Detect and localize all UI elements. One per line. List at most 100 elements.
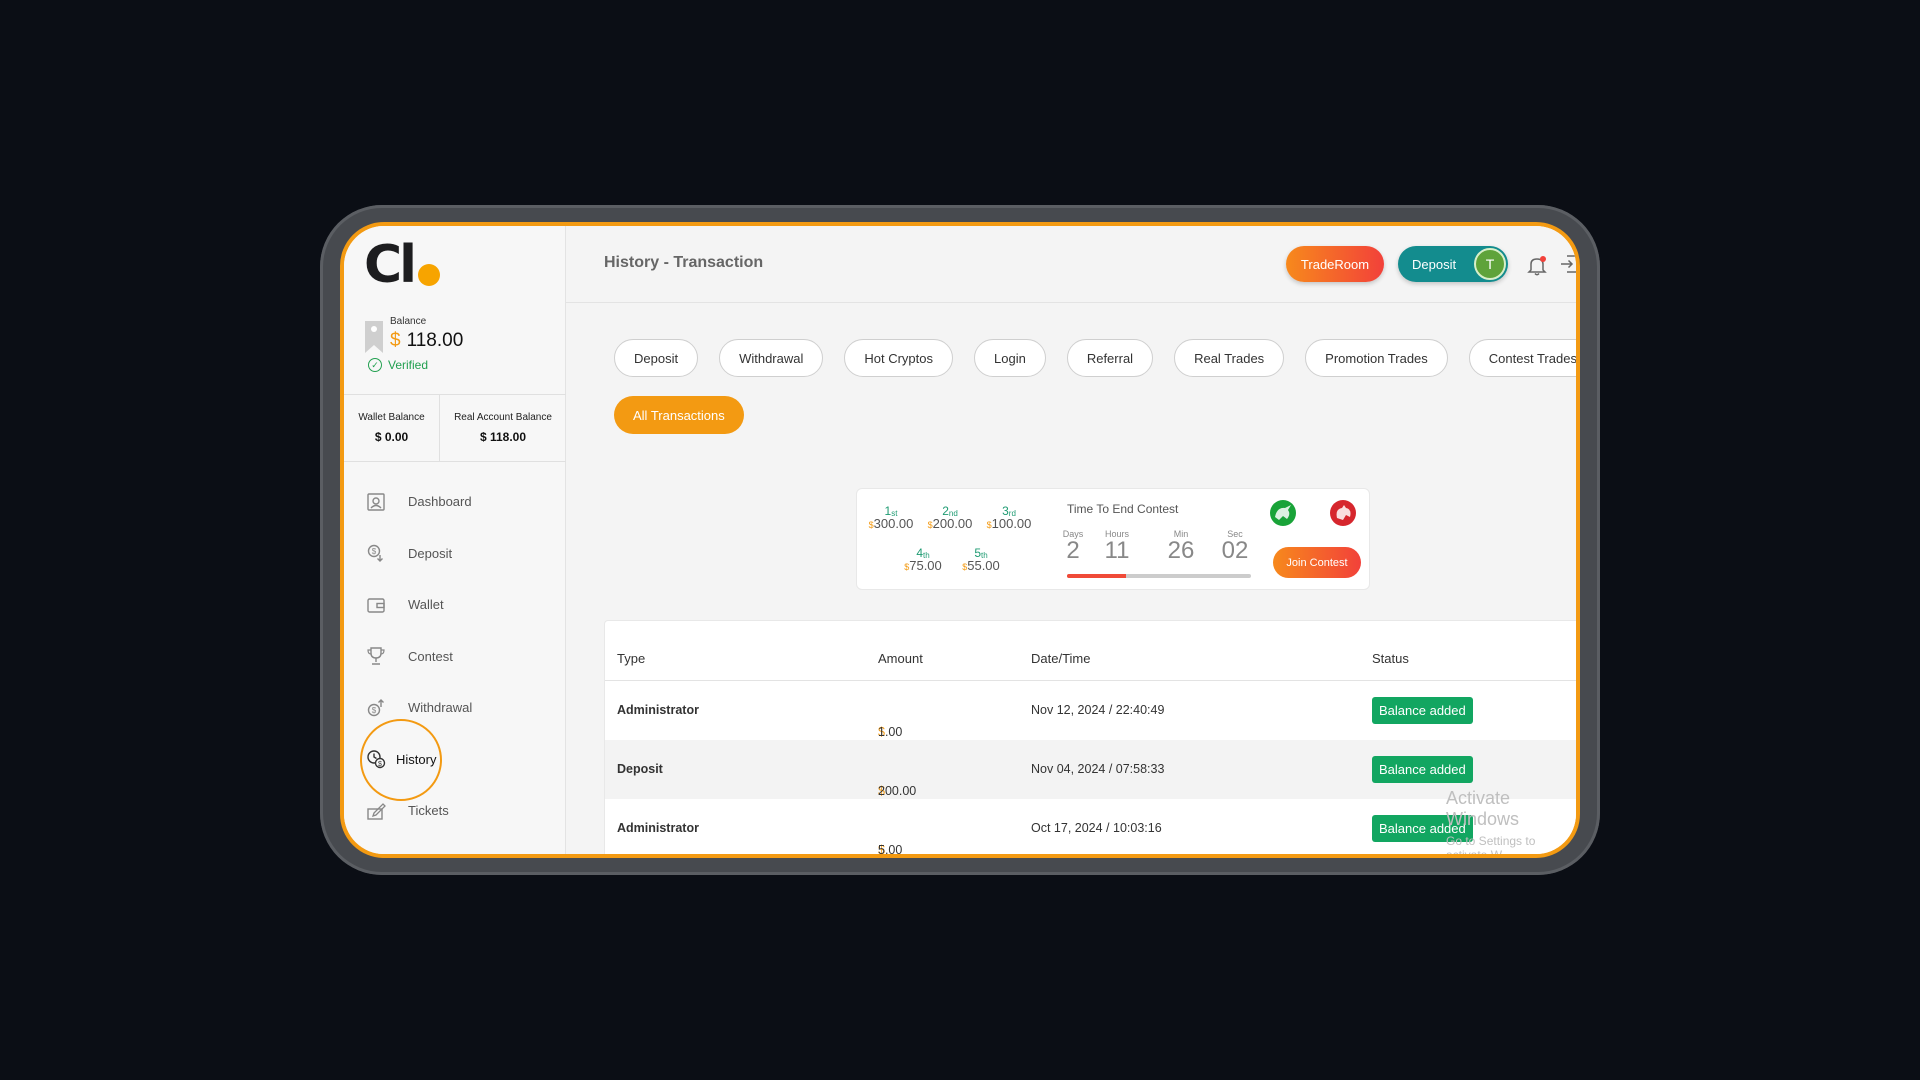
status-badge: Balance added <box>1372 697 1473 724</box>
timer-value: 02 <box>1221 537 1249 564</box>
cell-type: Deposit <box>617 762 663 776</box>
timer-title: Time To End Contest <box>1067 502 1179 516</box>
sidebar-nav: Dashboard $ Deposit Wallet Contest $ Wit… <box>344 476 566 837</box>
balance-block: Balance $118.00 ✓ Verified <box>364 316 554 376</box>
cell-datetime: Nov 04, 2024 / 07:58:33 <box>1031 762 1165 776</box>
deposit-icon: $ <box>366 543 386 563</box>
tab-promotion-trades[interactable]: Promotion Trades <box>1305 339 1448 377</box>
join-contest-button[interactable]: Join Contest <box>1273 547 1361 578</box>
wallet-balance-label: Wallet Balance <box>358 412 425 423</box>
bookmark-icon <box>365 321 383 353</box>
deposit-button-label: Deposit <box>1412 256 1457 272</box>
sidebar-item-contest[interactable]: Contest <box>344 631 566 683</box>
logo-mark: Cl <box>364 235 417 295</box>
verified-status: ✓ Verified <box>368 358 428 372</box>
tab-referral[interactable]: Referral <box>1066 339 1154 377</box>
bull-icon[interactable] <box>1269 499 1297 527</box>
prize-amount: $100.00 <box>986 516 1032 531</box>
prize-amount: $300.00 <box>868 516 914 531</box>
logout-icon[interactable] <box>1559 254 1579 274</box>
cell-type: Administrator <box>617 703 699 717</box>
brand-logo[interactable]: Cl <box>364 235 444 295</box>
timer-hours: Hours 11 <box>1097 529 1137 563</box>
sidebar-item-label: Withdrawal <box>408 700 473 716</box>
sidebar: Cl Balance $118.00 ✓ Verified Wallet Bala… <box>344 226 566 854</box>
tickets-icon <box>366 801 386 821</box>
timer-sec: Sec 02 <box>1215 529 1255 563</box>
sidebar-item-label: Contest <box>408 648 453 664</box>
main-content: History - Transaction TradeRoom Deposit … <box>566 226 1576 854</box>
real-account-balance: Real Account Balance $ 118.00 <box>440 395 566 461</box>
watermark-title: Activate Windows <box>1446 788 1520 829</box>
table-row[interactable]: Deposit $200.00 Nov 04, 2024 / 07:58:33 … <box>605 740 1576 799</box>
table-row[interactable]: Administrator $1.00 Nov 12, 2024 / 22:40… <box>605 681 1576 740</box>
col-type[interactable]: Type <box>617 651 645 666</box>
tab-deposit[interactable]: Deposit <box>614 339 699 377</box>
sidebar-item-label: Dashboard <box>408 494 472 510</box>
sidebar-item-dashboard[interactable]: Dashboard <box>344 476 566 528</box>
col-amount[interactable]: Amount <box>878 651 923 666</box>
sidebar-item-label: Deposit <box>408 545 453 561</box>
verified-label: Verified <box>388 358 429 372</box>
prize-amount: $200.00 <box>927 516 973 531</box>
sidebar-item-label: Wallet <box>408 597 444 613</box>
sidebar-item-wallet[interactable]: Wallet <box>344 579 566 631</box>
tab-contest-trades[interactable]: Contest Trades <box>1468 339 1576 377</box>
prize-1st: 1st $300.00 <box>865 504 917 531</box>
activate-windows-watermark: Activate Windows Go to Settings to activ… <box>1446 788 1576 854</box>
svg-text:$: $ <box>372 706 377 715</box>
top-bar: History - Transaction TradeRoom Deposit … <box>566 226 1576 303</box>
contest-progress-bar <box>1067 574 1251 578</box>
contest-card: 1st $300.00 2nd $200.00 3rd $100.00 4th … <box>856 488 1370 590</box>
timer-value: 2 <box>1066 537 1080 564</box>
sidebar-item-history[interactable]: $ History <box>344 718 566 801</box>
timer-days: Days 2 <box>1053 529 1093 563</box>
table-row[interactable]: Administrator $5.00 Oct 17, 2024 / 10:03… <box>605 799 1576 854</box>
contest-progress-fill <box>1067 574 1126 578</box>
tab-withdrawal[interactable]: Withdrawal <box>719 339 824 377</box>
timer-min: Min 26 <box>1161 529 1201 563</box>
real-balance-label: Real Account Balance <box>454 412 552 423</box>
tab-real-trades[interactable]: Real Trades <box>1174 339 1285 377</box>
real-balance-value: $ 118.00 <box>479 430 527 444</box>
col-datetime[interactable]: Date/Time <box>1031 651 1090 666</box>
timer-value: 26 <box>1167 537 1195 564</box>
traderoom-button[interactable]: TradeRoom <box>1286 246 1384 282</box>
tab-login[interactable]: Login <box>974 339 1046 377</box>
transaction-tabs: Deposit Withdrawal Hot Cryptos Login Referra… <box>614 339 1576 377</box>
balance-label: Balance <box>390 316 427 327</box>
cell-datetime: Nov 12, 2024 / 22:40:49 <box>1031 703 1165 717</box>
currency-symbol: $ <box>390 330 401 351</box>
transactions-table: Type Amount Date/Time Status Administrat… <box>604 620 1576 854</box>
account-balances: Wallet Balance $ 0.00 Real Account Balan… <box>344 394 566 462</box>
wallet-balance-value: $ 0.00 <box>374 430 409 444</box>
cell-datetime: Oct 17, 2024 / 10:03:16 <box>1031 821 1162 835</box>
bell-icon[interactable] <box>1526 254 1548 276</box>
balance-value: 118.00 <box>406 330 464 351</box>
svg-text:$: $ <box>372 547 377 556</box>
timer-value: 11 <box>1104 537 1130 564</box>
sidebar-item-deposit[interactable]: $ Deposit <box>344 528 566 580</box>
sidebar-item-tickets[interactable]: Tickets <box>344 785 566 837</box>
col-status[interactable]: Status <box>1372 651 1409 666</box>
page-title: History - Transaction <box>604 254 764 271</box>
wallet-icon <box>366 595 386 615</box>
check-circle-icon: ✓ <box>368 358 382 372</box>
avatar[interactable]: T <box>1474 248 1506 280</box>
prize-4th: 4th $75.00 <box>897 546 949 573</box>
withdrawal-icon: $ <box>366 698 386 718</box>
table-header: Type Amount Date/Time Status <box>605 621 1576 681</box>
logo-dot <box>418 264 440 286</box>
cell-type: Administrator <box>617 821 699 835</box>
tab-hot-cryptos[interactable]: Hot Cryptos <box>844 339 954 377</box>
bear-icon[interactable] <box>1329 499 1357 527</box>
deposit-button[interactable]: Deposit T <box>1398 246 1508 282</box>
wallet-balance: Wallet Balance $ 0.00 <box>344 395 440 461</box>
tab-all-transactions[interactable]: All Transactions <box>614 396 744 434</box>
sidebar-item-label: Tickets <box>408 803 449 819</box>
prize-amount: $55.00 <box>962 558 1000 573</box>
app-screen: Cl Balance $118.00 ✓ Verified Wallet Bala… <box>340 222 1580 858</box>
prize-amount: $75.00 <box>904 558 942 573</box>
trophy-icon <box>366 646 386 666</box>
prize-3rd: 3rd $100.00 <box>983 504 1035 531</box>
